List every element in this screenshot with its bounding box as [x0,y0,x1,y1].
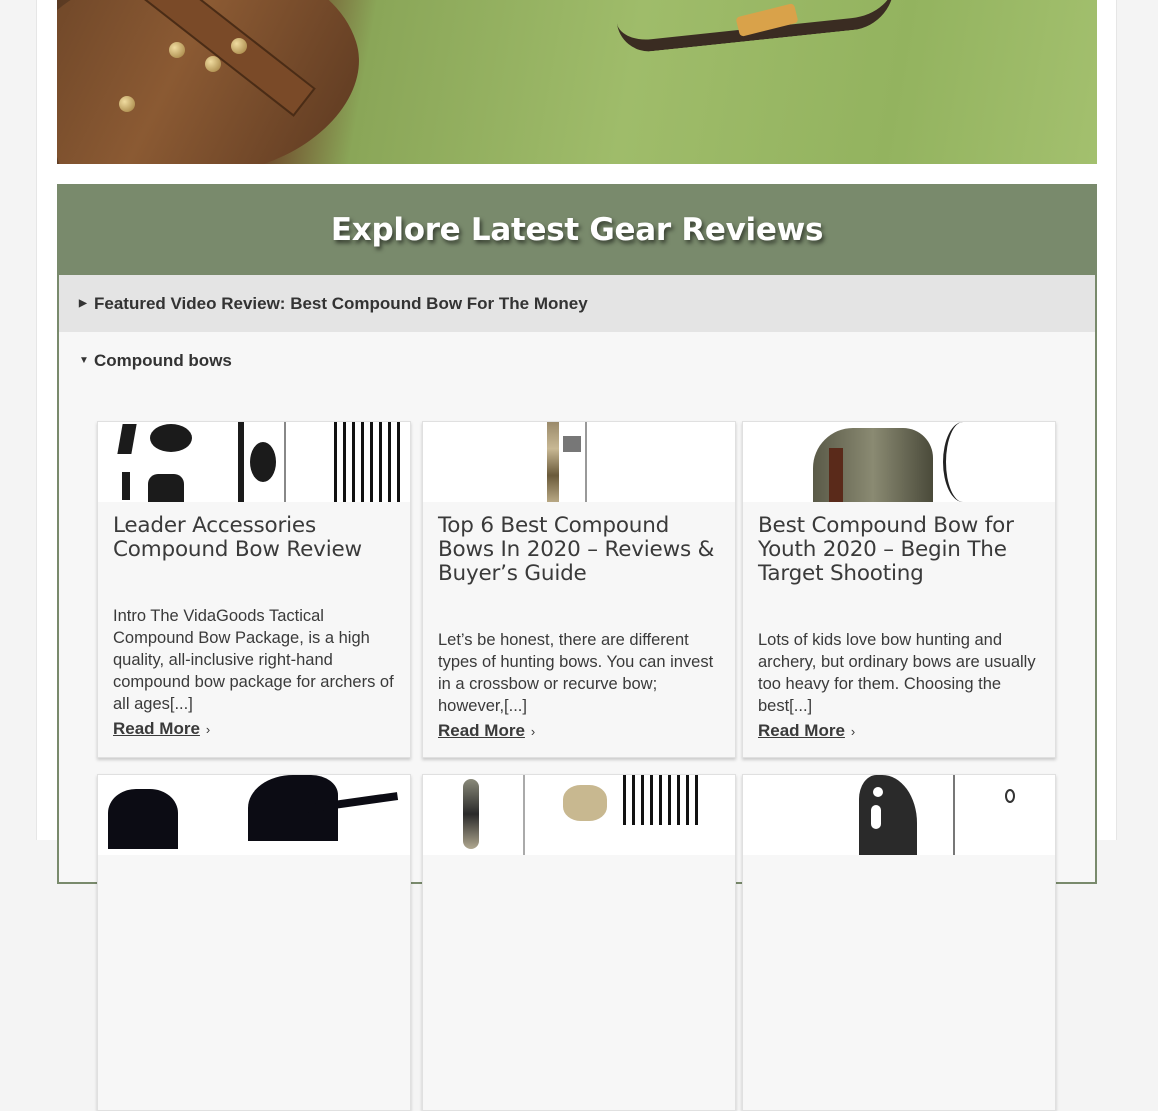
archer-in-forest-image[interactable] [743,422,1055,502]
read-more-link[interactable]: Read More › [113,719,210,739]
bow-package-image[interactable] [423,775,735,855]
read-more-link[interactable]: Read More › [758,721,855,741]
archers-silhouette-image[interactable] [98,775,410,855]
review-card: Best Compound Bow for Youth 2020 – Begin… [742,421,1056,758]
accordion-label: Compound bows [94,350,232,370]
accordion-label: Featured Video Review: Best Compound Bow… [94,293,588,313]
section-title: Explore Latest Gear Reviews [330,211,824,248]
review-card: Top 6 Best Compound Bows In 2020 – Revie… [422,421,736,758]
accordion-compound-bows[interactable]: ▼ Compound bows [59,332,1095,389]
bow-accessories-image[interactable] [98,422,410,502]
chevron-right-icon: › [205,722,211,737]
section-header: Explore Latest Gear Reviews [57,184,1097,275]
caret-right-icon: ▶ [79,298,87,309]
black-bow-riser-image[interactable] [743,775,1055,855]
caret-down-icon: ▼ [79,355,89,366]
review-card [97,774,411,1111]
card-title[interactable]: Top 6 Best Compound Bows In 2020 – Revie… [438,514,720,586]
read-more-link[interactable]: Read More › [438,721,535,741]
review-card: Leader Accessories Compound Bow Review I… [97,421,411,758]
chevron-right-icon: › [530,724,536,739]
review-card [422,774,736,1111]
card-title[interactable]: Best Compound Bow for Youth 2020 – Begin… [758,514,1040,586]
hero-image [57,0,1097,164]
camo-bow-image[interactable] [423,422,735,502]
card-excerpt: Intro The VidaGoods Tactical Compound Bo… [113,607,394,713]
card-excerpt: Let’s be honest, there are different typ… [438,631,714,715]
chevron-right-icon: › [850,724,856,739]
card-title[interactable]: Leader Accessories Compound Bow Review [113,514,395,562]
page-container: Explore Latest Gear Reviews ▶ Featured V… [36,0,1117,1111]
accordion-featured-video[interactable]: ▶ Featured Video Review: Best Compound B… [59,275,1095,332]
card-excerpt: Lots of kids love bow hunting and archer… [758,631,1036,715]
review-card [742,774,1056,1111]
